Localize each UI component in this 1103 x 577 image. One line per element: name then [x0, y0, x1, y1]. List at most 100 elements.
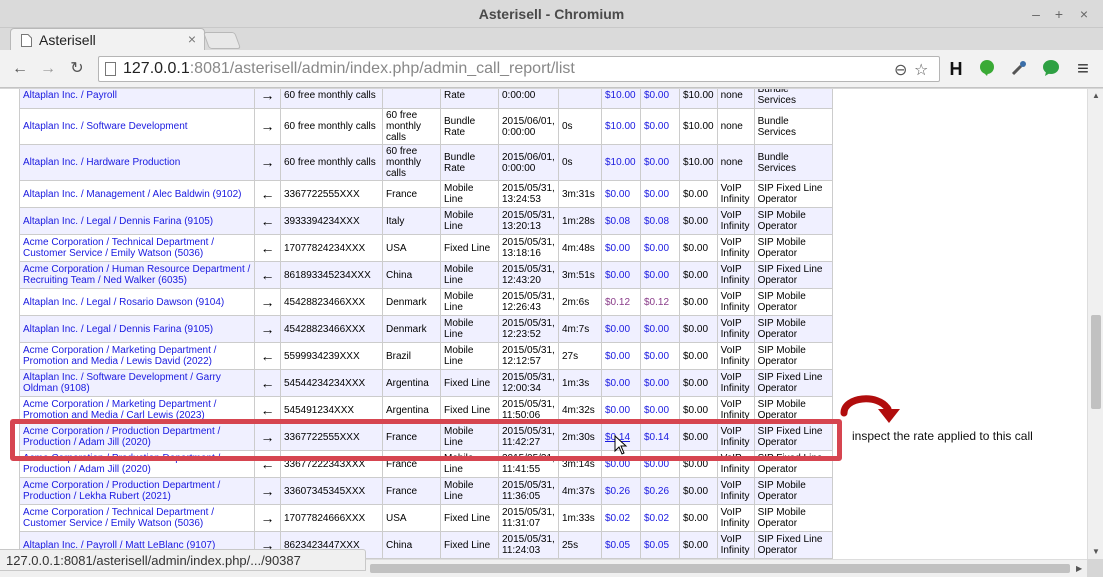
table-row[interactable]: Altaplan Inc. / Management / Alec Baldwi… — [19, 180, 833, 208]
org-link[interactable]: Altaplan Inc. / Legal / Dennis Farina (9… — [23, 324, 213, 335]
provider-cell: VoIP Infinity — [716, 234, 755, 262]
cost-cell: $10.00 — [601, 144, 641, 181]
table-row[interactable]: Altaplan Inc. / Payroll → 60 free monthly … — [19, 89, 833, 109]
line-type-cell-value: Mobile Line — [444, 345, 474, 367]
table-row[interactable]: Acme Corporation / Marketing Department … — [19, 342, 833, 370]
org-link[interactable]: Acme Corporation / Marketing Department … — [23, 399, 216, 421]
provider-cell: VoIP Infinity — [716, 180, 755, 208]
vendor-cell-value: SIP Fixed Line Operator — [757, 183, 823, 205]
table-row[interactable]: Acme Corporation / Technical Department … — [19, 234, 833, 262]
scroll-up-arrow-icon[interactable]: ▲ — [1092, 91, 1100, 100]
cost-cell: $10.00 — [601, 108, 641, 145]
scroll-right-arrow-icon[interactable]: ▶ — [1076, 564, 1082, 573]
direction-cell-value: → — [260, 118, 275, 134]
date-cell-value: 2015/05/31, 11:50:06 — [502, 399, 555, 421]
vertical-scroll-thumb[interactable] — [1091, 315, 1101, 409]
scroll-down-arrow-icon[interactable]: ▼ — [1092, 547, 1100, 556]
date-cell-value: 2015/05/31, 12:00:34 — [502, 372, 555, 394]
income-cell: $0.00 — [640, 144, 680, 181]
table-row[interactable]: Acme Corporation / Human Resource Depart… — [19, 261, 833, 289]
tab-close-icon[interactable]: × — [188, 31, 196, 47]
forward-icon[interactable]: → — [38, 59, 58, 79]
vendor-cell-value: SIP Mobile Operator — [757, 507, 806, 529]
org-link[interactable]: Acme Corporation / Technical Department … — [23, 237, 214, 259]
org-link[interactable]: Altaplan Inc. / Legal / Rosario Dawson (… — [23, 297, 224, 308]
cost-cell-value: $0.00 — [605, 404, 631, 416]
earn-cell-value: $0.00 — [683, 215, 709, 227]
table-row[interactable]: Acme Corporation / Technical Department … — [19, 504, 833, 532]
maximize-button[interactable]: + — [1049, 4, 1069, 24]
location-cell-value: 60 free monthly calls — [386, 110, 422, 143]
date-cell-value: 2015/06/01, 0:00:00 — [502, 115, 555, 138]
reload-icon[interactable]: ↻ — [67, 59, 87, 79]
back-icon[interactable]: ← — [10, 59, 30, 79]
duration-cell-value: 2m:6s — [562, 296, 590, 308]
org-link[interactable]: Altaplan Inc. / Hardware Production — [23, 157, 180, 168]
vertical-scrollbar[interactable]: ▲ ▼ — [1087, 89, 1103, 559]
date-cell: 2015/06/01, 0:00:00 — [498, 144, 559, 181]
horizontal-scroll-thumb[interactable] — [370, 564, 1070, 573]
menu-icon[interactable]: ≡ — [1073, 59, 1093, 79]
org-cell: Altaplan Inc. / Payroll — [19, 89, 255, 109]
earn-cell-value: $0.00 — [683, 323, 709, 335]
org-link[interactable]: Acme Corporation / Marketing Department … — [23, 345, 216, 367]
minimize-button[interactable]: – — [1026, 4, 1046, 24]
direction-cell-value: ← — [260, 212, 275, 229]
earn-cell-value: $10.00 — [683, 121, 714, 132]
line-type-cell: Mobile Line — [440, 261, 499, 289]
table-row[interactable]: Altaplan Inc. / Legal / Dennis Farina (9… — [19, 315, 833, 343]
extension-h-icon[interactable]: H — [946, 59, 966, 79]
provider-cell: VoIP Infinity — [716, 288, 755, 316]
zoom-icon[interactable]: ⊖ — [894, 60, 907, 80]
direction-cell: → — [254, 315, 281, 343]
org-link[interactable]: Acme Corporation / Technical Department … — [23, 507, 214, 529]
table-row[interactable]: Acme Corporation / Production Department… — [19, 477, 833, 505]
table-row[interactable]: Altaplan Inc. / Legal / Dennis Farina (9… — [19, 207, 833, 235]
date-cell-value: 2015/06/01, 0:00:00 — [502, 151, 555, 174]
date-cell-value: 2015/05/31, 11:31:07 — [502, 507, 555, 529]
location-cell: France — [382, 477, 441, 505]
address-bar[interactable]: 127.0.0.1:8081/asterisell/admin/index.ph… — [98, 56, 940, 82]
table-row[interactable]: Altaplan Inc. / Software Development / G… — [19, 369, 833, 397]
duration-cell-value: 3m:51s — [562, 269, 595, 281]
provider-cell: VoIP Infinity — [716, 477, 755, 505]
table-row[interactable]: Altaplan Inc. / Hardware Production → 60 f… — [19, 144, 833, 181]
org-link[interactable]: Altaplan Inc. / Management / Alec Baldwi… — [23, 189, 241, 200]
extension-chat-icon[interactable] — [1041, 59, 1061, 79]
close-window-button[interactable]: × — [1074, 4, 1094, 24]
org-link[interactable]: Altaplan Inc. / Software Development — [23, 121, 188, 132]
duration-cell-value: 0s — [562, 157, 573, 168]
org-cell: Acme Corporation / Production Department… — [19, 477, 255, 505]
location-cell-value: Italy — [386, 215, 405, 227]
income-cell-value: $0.00 — [644, 157, 670, 168]
vendor-cell-value: SIP Mobile Operator — [757, 237, 806, 259]
line-type-cell-value: Fixed Line — [444, 512, 491, 524]
org-link[interactable]: Altaplan Inc. / Legal / Dennis Farina (9… — [23, 216, 213, 227]
url-text[interactable]: 127.0.0.1:8081/asterisell/admin/index.ph… — [123, 60, 575, 78]
table-row[interactable]: Altaplan Inc. / Legal / Rosario Dawson (… — [19, 288, 833, 316]
vendor-cell-value: SIP Mobile Operator — [757, 291, 806, 313]
line-type-cell: Mobile Line — [440, 288, 499, 316]
earn-cell: $0.00 — [679, 369, 718, 397]
date-cell-value: 2015/05/31, 11:24:03 — [502, 534, 555, 556]
location-cell: Argentina — [382, 369, 441, 397]
number-cell-value: 45428823466XXX — [284, 323, 366, 335]
number-cell: 17077824666XXX — [280, 504, 383, 532]
eyedropper-icon[interactable] — [1009, 59, 1029, 79]
extension-green-leaf-icon[interactable] — [977, 59, 997, 79]
bookmark-star-icon[interactable]: ☆ — [914, 60, 928, 80]
line-type-cell: Mobile Line — [440, 315, 499, 343]
new-tab-button[interactable] — [202, 32, 242, 49]
org-link[interactable]: Acme Corporation / Human Resource Depart… — [23, 264, 250, 286]
org-link[interactable]: Altaplan Inc. / Payroll — [23, 90, 117, 101]
url-host: 127.0.0.1 — [123, 60, 190, 77]
cost-cell: $0.00 — [601, 369, 641, 397]
direction-cell: ← — [254, 261, 281, 289]
tab-asterisell[interactable]: Asterisell × — [10, 28, 205, 51]
org-link[interactable]: Altaplan Inc. / Software Development / G… — [23, 372, 221, 394]
org-link[interactable]: Acme Corporation / Production Department… — [23, 480, 220, 502]
income-cell-value: $0.00 — [644, 121, 670, 132]
income-cell: $0.00 — [640, 180, 680, 208]
vendor-cell-value: SIP Mobile Operator — [757, 210, 806, 232]
table-row[interactable]: Altaplan Inc. / Software Development → 60 … — [19, 108, 833, 145]
